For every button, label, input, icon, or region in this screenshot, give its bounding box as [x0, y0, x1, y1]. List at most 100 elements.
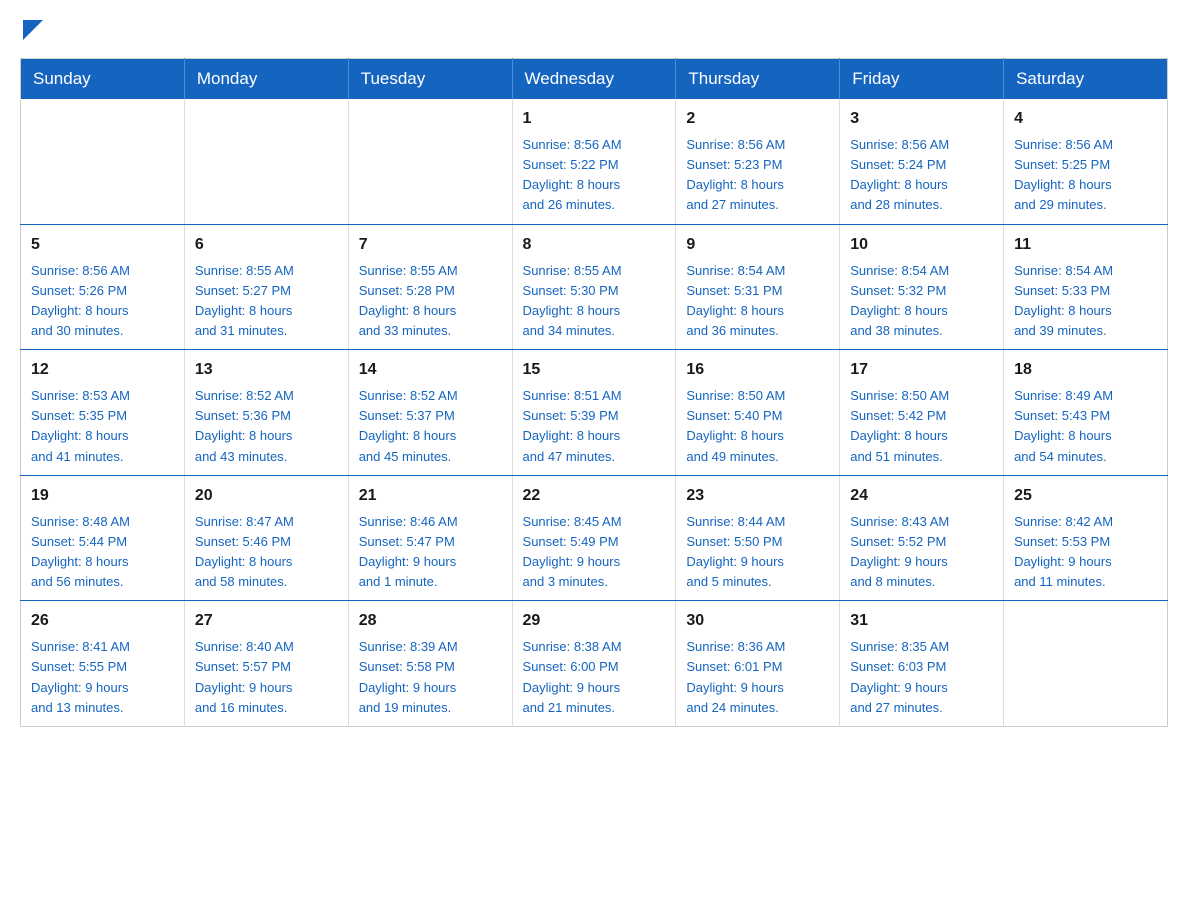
day-number: 8: [523, 233, 666, 257]
day-number: 17: [850, 358, 993, 382]
day-info: Sunrise: 8:56 AM Sunset: 5:26 PM Dayligh…: [31, 261, 174, 342]
calendar-cell: 27Sunrise: 8:40 AM Sunset: 5:57 PM Dayli…: [184, 601, 348, 727]
day-number: 7: [359, 233, 502, 257]
calendar-cell: 9 Sunrise: 8:54 AM Sunset: 5:31 PM Daylig…: [676, 224, 840, 350]
calendar-table: SundayMondayTuesdayWednesdayThursdayFrid…: [20, 58, 1168, 727]
day-number: 25: [1014, 484, 1157, 508]
calendar-cell: 19Sunrise: 8:48 AM Sunset: 5:44 PM Dayli…: [21, 475, 185, 601]
day-info: Sunrise: 8:39 AM Sunset: 5:58 PM Dayligh…: [359, 637, 502, 718]
day-header-friday: Friday: [840, 59, 1004, 100]
day-number: 31: [850, 609, 993, 633]
calendar-cell: 22Sunrise: 8:45 AM Sunset: 5:49 PM Dayli…: [512, 475, 676, 601]
day-info: Sunrise: 8:50 AM Sunset: 5:42 PM Dayligh…: [850, 386, 993, 467]
calendar-week-2: 5 Sunrise: 8:56 AM Sunset: 5:26 PM Daylig…: [21, 224, 1168, 350]
calendar-cell: 6 Sunrise: 8:55 AM Sunset: 5:27 PM Daylig…: [184, 224, 348, 350]
day-number: 2: [686, 107, 829, 131]
calendar-cell: 28 Sunrise: 8:39 AM Sunset: 5:58 PM Dayli…: [348, 601, 512, 727]
day-info: Sunrise: 8:52 AM Sunset: 5:37 PM Dayligh…: [359, 386, 502, 467]
calendar-cell: 16 Sunrise: 8:50 AM Sunset: 5:40 PM Dayli…: [676, 350, 840, 476]
calendar-header: SundayMondayTuesdayWednesdayThursdayFrid…: [21, 59, 1168, 100]
calendar-cell: 26 Sunrise: 8:41 AM Sunset: 5:55 PM Dayli…: [21, 601, 185, 727]
calendar-cell: [1004, 601, 1168, 727]
day-number: 30: [686, 609, 829, 633]
calendar-cell: 18Sunrise: 8:49 AM Sunset: 5:43 PM Dayli…: [1004, 350, 1168, 476]
day-number: 14: [359, 358, 502, 382]
day-number: 11: [1014, 233, 1157, 257]
day-number: 5: [31, 233, 174, 257]
day-info: Sunrise: 8:38 AM Sunset: 6:00 PM Dayligh…: [523, 637, 666, 718]
calendar-cell: [21, 99, 185, 224]
day-number: 15: [523, 358, 666, 382]
day-number: 22: [523, 484, 666, 508]
day-number: 10: [850, 233, 993, 257]
day-info: Sunrise: 8:56 AM Sunset: 5:24 PM Dayligh…: [850, 135, 993, 216]
day-info: Sunrise: 8:55 AM Sunset: 5:30 PM Dayligh…: [523, 261, 666, 342]
calendar-cell: 14 Sunrise: 8:52 AM Sunset: 5:37 PM Dayli…: [348, 350, 512, 476]
calendar-cell: 4 Sunrise: 8:56 AM Sunset: 5:25 PM Daylig…: [1004, 99, 1168, 224]
day-info: Sunrise: 8:55 AM Sunset: 5:27 PM Dayligh…: [195, 261, 338, 342]
day-info: Sunrise: 8:36 AM Sunset: 6:01 PM Dayligh…: [686, 637, 829, 718]
day-number: 24: [850, 484, 993, 508]
day-info: Sunrise: 8:44 AM Sunset: 5:50 PM Dayligh…: [686, 512, 829, 593]
day-number: 26: [31, 609, 174, 633]
calendar-cell: 29 Sunrise: 8:38 AM Sunset: 6:00 PM Dayli…: [512, 601, 676, 727]
day-info: Sunrise: 8:42 AM Sunset: 5:53 PM Dayligh…: [1014, 512, 1157, 593]
day-number: 19: [31, 484, 174, 508]
day-info: Sunrise: 8:54 AM Sunset: 5:31 PM Dayligh…: [686, 261, 829, 342]
day-number: 16: [686, 358, 829, 382]
calendar-cell: 13Sunrise: 8:52 AM Sunset: 5:36 PM Dayli…: [184, 350, 348, 476]
calendar-cell: 23 Sunrise: 8:44 AM Sunset: 5:50 PM Dayli…: [676, 475, 840, 601]
day-number: 12: [31, 358, 174, 382]
logo-triangle-icon: [23, 20, 43, 40]
day-number: 29: [523, 609, 666, 633]
day-number: 23: [686, 484, 829, 508]
day-info: Sunrise: 8:46 AM Sunset: 5:47 PM Dayligh…: [359, 512, 502, 593]
calendar-cell: 8 Sunrise: 8:55 AM Sunset: 5:30 PM Daylig…: [512, 224, 676, 350]
calendar-cell: 11 Sunrise: 8:54 AM Sunset: 5:33 PM Dayli…: [1004, 224, 1168, 350]
day-info: Sunrise: 8:56 AM Sunset: 5:22 PM Dayligh…: [523, 135, 666, 216]
calendar-body: 1Sunrise: 8:56 AM Sunset: 5:22 PM Daylig…: [21, 99, 1168, 726]
day-number: 9: [686, 233, 829, 257]
day-info: Sunrise: 8:54 AM Sunset: 5:32 PM Dayligh…: [850, 261, 993, 342]
day-info: Sunrise: 8:55 AM Sunset: 5:28 PM Dayligh…: [359, 261, 502, 342]
day-number: 4: [1014, 107, 1157, 131]
calendar-cell: 30 Sunrise: 8:36 AM Sunset: 6:01 PM Dayli…: [676, 601, 840, 727]
day-info: Sunrise: 8:56 AM Sunset: 5:23 PM Dayligh…: [686, 135, 829, 216]
day-header-thursday: Thursday: [676, 59, 840, 100]
logo: [20, 20, 43, 38]
day-number: 28: [359, 609, 502, 633]
day-number: 27: [195, 609, 338, 633]
page-header: [20, 20, 1168, 38]
day-header-saturday: Saturday: [1004, 59, 1168, 100]
day-number: 20: [195, 484, 338, 508]
calendar-week-5: 26 Sunrise: 8:41 AM Sunset: 5:55 PM Dayli…: [21, 601, 1168, 727]
calendar-cell: 31 Sunrise: 8:35 AM Sunset: 6:03 PM Dayli…: [840, 601, 1004, 727]
calendar-cell: 2 Sunrise: 8:56 AM Sunset: 5:23 PM Daylig…: [676, 99, 840, 224]
calendar-cell: 25 Sunrise: 8:42 AM Sunset: 5:53 PM Dayli…: [1004, 475, 1168, 601]
calendar-cell: 12 Sunrise: 8:53 AM Sunset: 5:35 PM Dayli…: [21, 350, 185, 476]
calendar-week-1: 1Sunrise: 8:56 AM Sunset: 5:22 PM Daylig…: [21, 99, 1168, 224]
day-info: Sunrise: 8:56 AM Sunset: 5:25 PM Dayligh…: [1014, 135, 1157, 216]
calendar-cell: 24 Sunrise: 8:43 AM Sunset: 5:52 PM Dayli…: [840, 475, 1004, 601]
day-info: Sunrise: 8:50 AM Sunset: 5:40 PM Dayligh…: [686, 386, 829, 467]
calendar-cell: 7 Sunrise: 8:55 AM Sunset: 5:28 PM Daylig…: [348, 224, 512, 350]
calendar-cell: 1Sunrise: 8:56 AM Sunset: 5:22 PM Daylig…: [512, 99, 676, 224]
day-number: 13: [195, 358, 338, 382]
day-info: Sunrise: 8:54 AM Sunset: 5:33 PM Dayligh…: [1014, 261, 1157, 342]
day-info: Sunrise: 8:41 AM Sunset: 5:55 PM Dayligh…: [31, 637, 174, 718]
day-header-sunday: Sunday: [21, 59, 185, 100]
day-header-monday: Monday: [184, 59, 348, 100]
day-info: Sunrise: 8:43 AM Sunset: 5:52 PM Dayligh…: [850, 512, 993, 593]
calendar-cell: [184, 99, 348, 224]
calendar-cell: 17 Sunrise: 8:50 AM Sunset: 5:42 PM Dayli…: [840, 350, 1004, 476]
day-info: Sunrise: 8:47 AM Sunset: 5:46 PM Dayligh…: [195, 512, 338, 593]
day-number: 6: [195, 233, 338, 257]
calendar-week-4: 19Sunrise: 8:48 AM Sunset: 5:44 PM Dayli…: [21, 475, 1168, 601]
day-number: 21: [359, 484, 502, 508]
calendar-cell: 21 Sunrise: 8:46 AM Sunset: 5:47 PM Dayli…: [348, 475, 512, 601]
calendar-cell: [348, 99, 512, 224]
calendar-cell: 15Sunrise: 8:51 AM Sunset: 5:39 PM Dayli…: [512, 350, 676, 476]
day-info: Sunrise: 8:53 AM Sunset: 5:35 PM Dayligh…: [31, 386, 174, 467]
day-number: 3: [850, 107, 993, 131]
day-info: Sunrise: 8:35 AM Sunset: 6:03 PM Dayligh…: [850, 637, 993, 718]
